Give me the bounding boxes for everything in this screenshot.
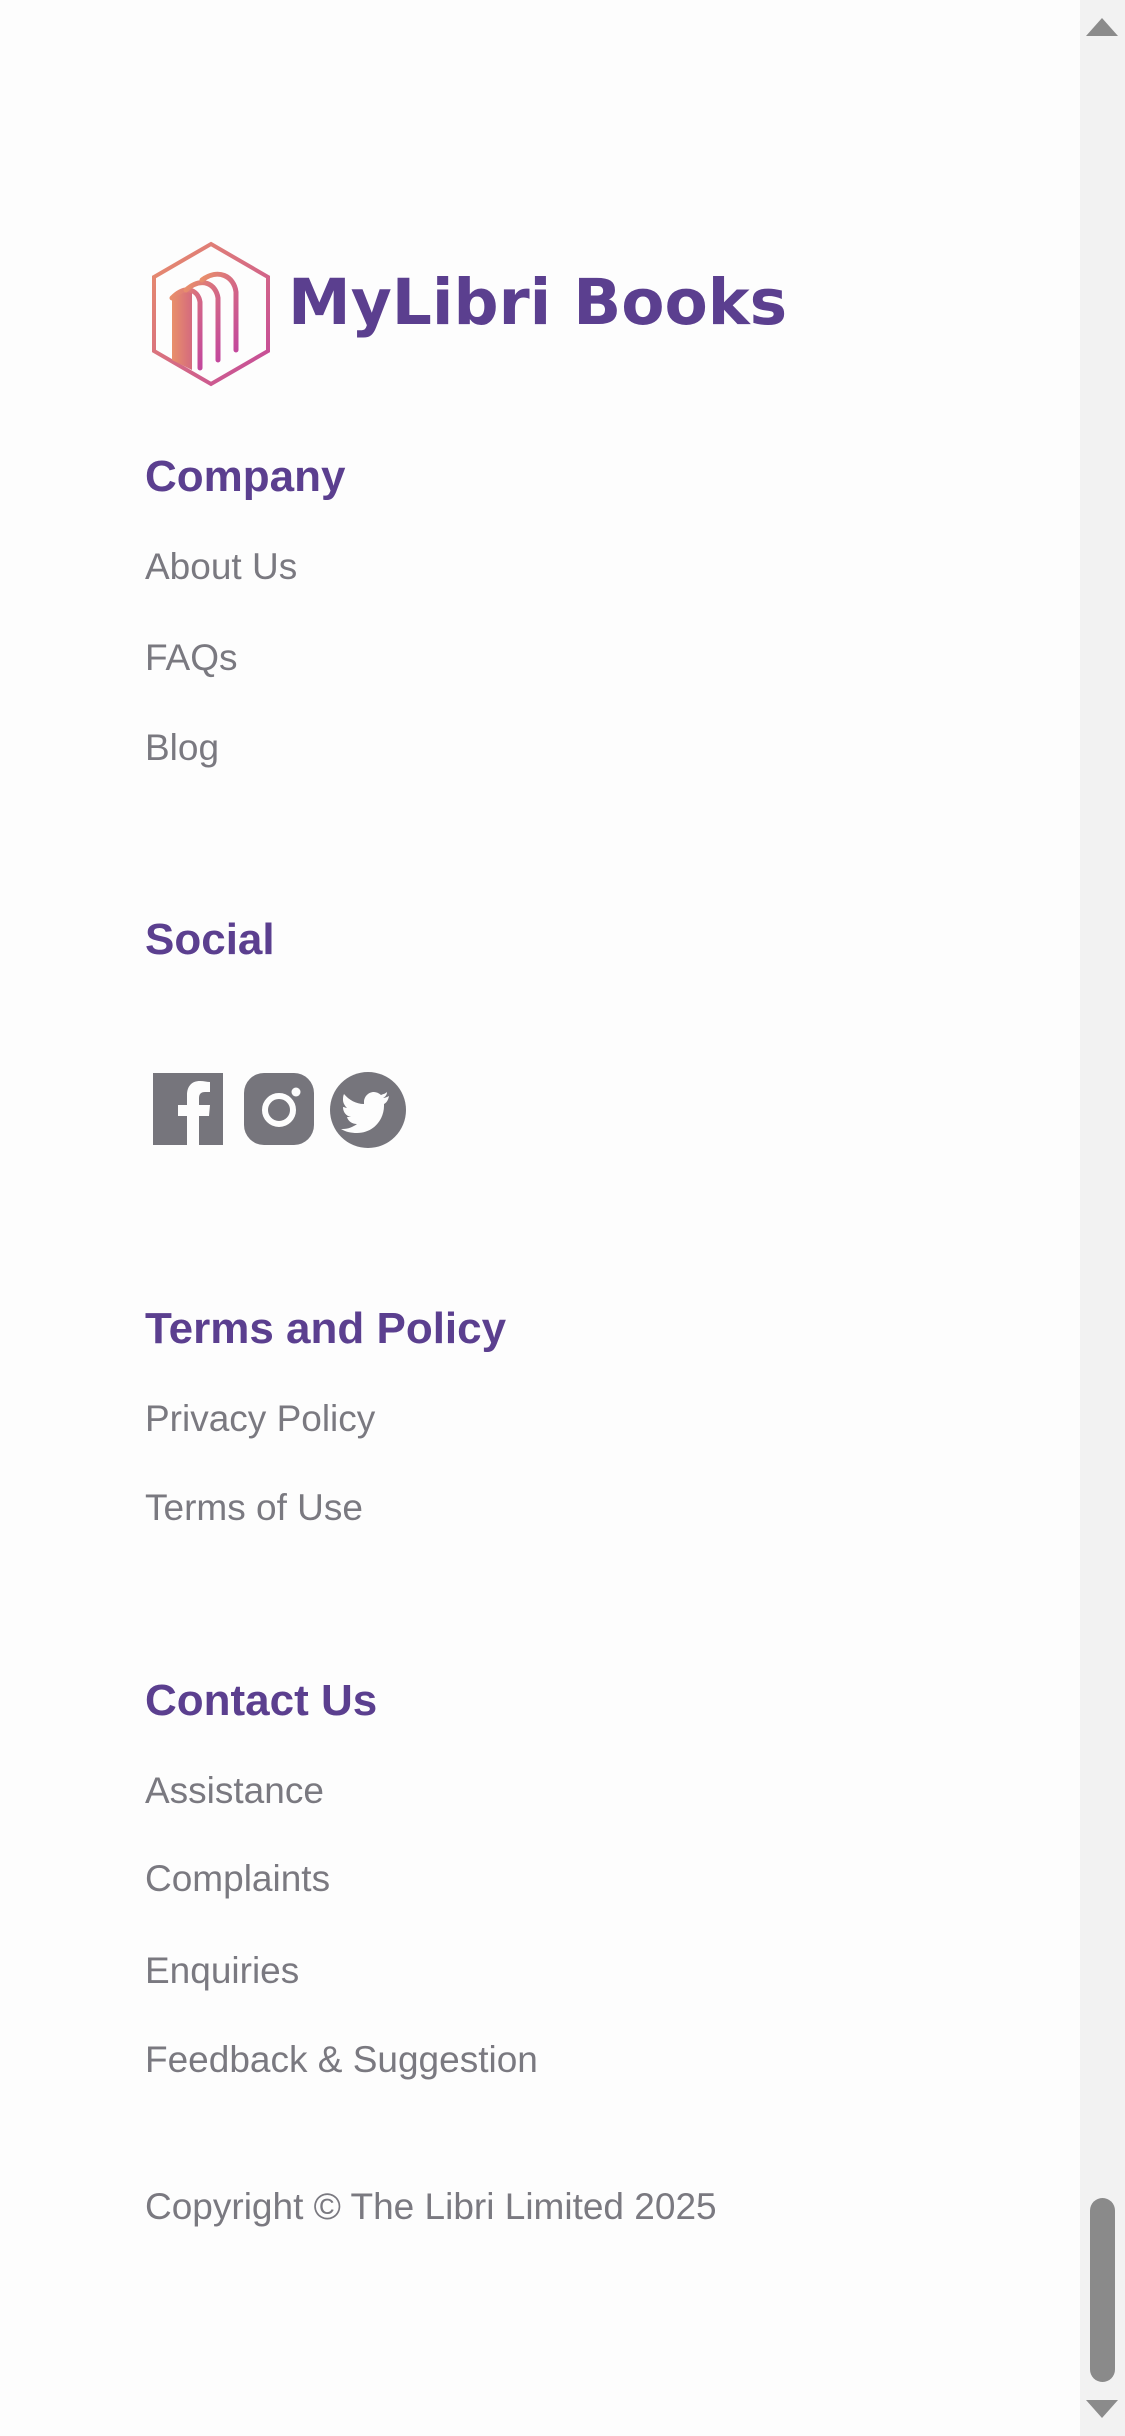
copyright-text: Copyright © The Libri Limited 2025 [145,2186,717,2227]
contact-heading: Contact Us [145,1676,378,1725]
about-us-link[interactable]: About Us [145,546,297,588]
enquiries-link[interactable]: Enquiries [145,1950,299,1992]
blog-link[interactable]: Blog [145,727,219,769]
facebook-icon[interactable] [150,1070,230,1150]
brand-logo[interactable]: MyLibri Books [146,240,787,390]
company-heading: Company [145,452,346,501]
scrollbar-track[interactable] [1080,0,1125,2436]
twitter-icon[interactable] [327,1070,407,1150]
social-heading: Social [145,915,275,964]
terms-heading: Terms and Policy [145,1304,507,1353]
faqs-link[interactable]: FAQs [145,637,238,679]
feedback-suggestion-link[interactable]: Feedback & Suggestion [145,2039,538,2081]
scroll-up-arrow-icon[interactable] [1086,18,1118,36]
instagram-icon[interactable] [238,1070,318,1150]
assistance-link[interactable]: Assistance [145,1770,324,1812]
footer-page: MyLibri Books Company About Us FAQs Blog… [0,0,1080,2436]
terms-of-use-link[interactable]: Terms of Use [145,1487,363,1529]
complaints-link[interactable]: Complaints [145,1858,330,1900]
scroll-down-arrow-icon[interactable] [1086,2400,1118,2418]
privacy-policy-link[interactable]: Privacy Policy [145,1398,375,1440]
logo-mark-icon [152,241,270,387]
scrollbar-thumb[interactable] [1090,2198,1115,2382]
brand-name: MyLibri Books [288,266,788,339]
